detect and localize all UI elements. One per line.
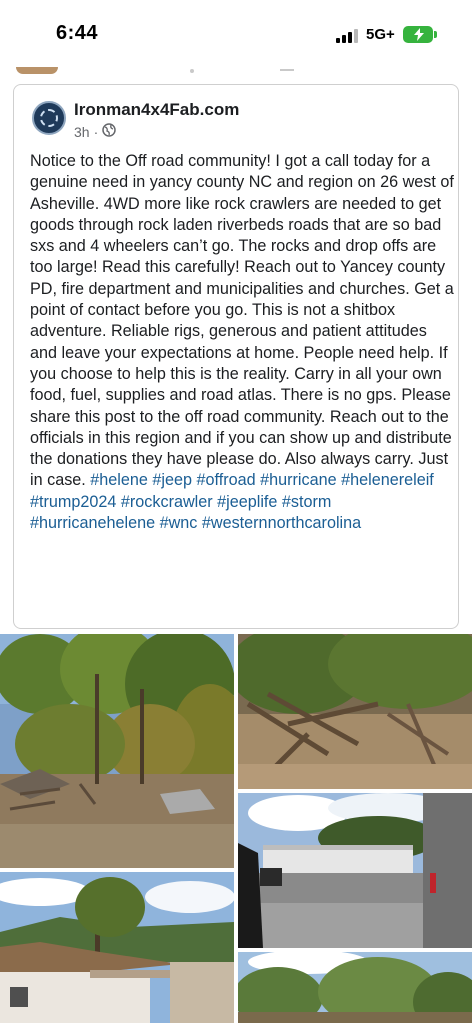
- page-avatar[interactable]: [32, 101, 66, 135]
- previous-post-remnant: [0, 60, 472, 82]
- meta-separator: ·: [93, 123, 99, 140]
- post-text: Notice to the Off road community! I got …: [30, 151, 456, 534]
- post-time[interactable]: 3h: [74, 124, 90, 140]
- photo-uprooted-trees-mud[interactable]: [238, 634, 472, 789]
- photo-mountain-houses[interactable]: [0, 872, 234, 1023]
- photo-flood-debris-woods[interactable]: [0, 634, 234, 868]
- photo-trees-sky[interactable]: [238, 952, 472, 1023]
- photo-gallery: [0, 634, 472, 1023]
- status-bar: 6:44 5G+: [0, 0, 472, 60]
- post-message: Notice to the Off road community! I got …: [30, 152, 454, 490]
- cellular-signal-icon: [336, 29, 362, 43]
- status-time: 6:44: [56, 22, 99, 44]
- post-meta: 3h ·: [74, 123, 116, 140]
- previous-post-line: [280, 69, 294, 71]
- shared-post-card[interactable]: Ironman4x4Fab.com 3h · Notice to the Off…: [13, 84, 459, 629]
- battery-charging-icon: [403, 26, 433, 43]
- network-type: 5G+: [366, 26, 395, 43]
- post-hashtags[interactable]: #helene #jeep #offroad #hurricane #helen…: [30, 471, 434, 532]
- battery-tip: [434, 31, 437, 38]
- photo-damaged-building-road[interactable]: [238, 793, 472, 948]
- page-name[interactable]: Ironman4x4Fab.com: [74, 100, 239, 120]
- previous-post-dot: [190, 69, 194, 73]
- avatar-logo: [40, 109, 58, 127]
- globe-icon: [102, 123, 116, 140]
- previous-post-thumbnail: [16, 67, 58, 74]
